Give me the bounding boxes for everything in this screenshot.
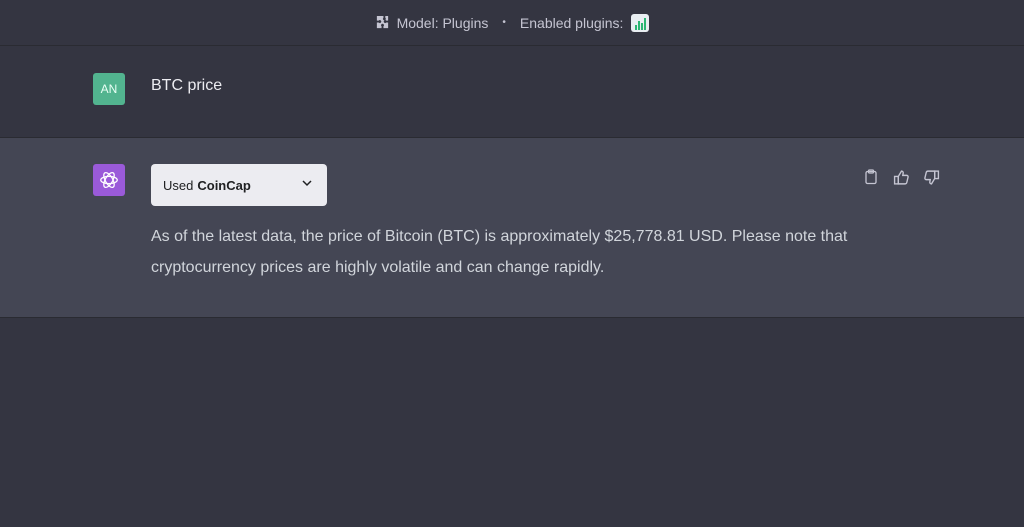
model-label: Model: Plugins (396, 14, 489, 31)
model-header: Model: Plugins • Enabled plugins: (0, 0, 1024, 46)
user-message-text: BTC price (151, 77, 223, 94)
assistant-message-row: Used CoinCap As of the latest data, the … (0, 138, 1024, 318)
thumbs-down-icon[interactable] (922, 168, 940, 186)
plugin-name: CoinCap (197, 177, 251, 193)
chatgpt-logo-icon (93, 164, 125, 196)
thumbs-up-icon[interactable] (892, 168, 910, 186)
user-avatar: AN (93, 73, 125, 105)
clipboard-icon[interactable] (862, 168, 880, 186)
assistant-answer-text: As of the latest data, the price of Bitc… (151, 228, 848, 276)
user-message-row: AN BTC price (0, 46, 1024, 138)
plugin-used-dropdown[interactable]: Used CoinCap (151, 164, 327, 206)
coincap-plugin-icon[interactable] (631, 13, 650, 32)
message-actions (862, 168, 940, 186)
separator: • (502, 17, 506, 28)
chevron-down-icon (301, 177, 313, 192)
plugin-used-prefix: Used (163, 177, 194, 193)
enabled-plugins-label: Enabled plugins: (519, 14, 624, 31)
puzzle-piece-icon (375, 15, 391, 31)
